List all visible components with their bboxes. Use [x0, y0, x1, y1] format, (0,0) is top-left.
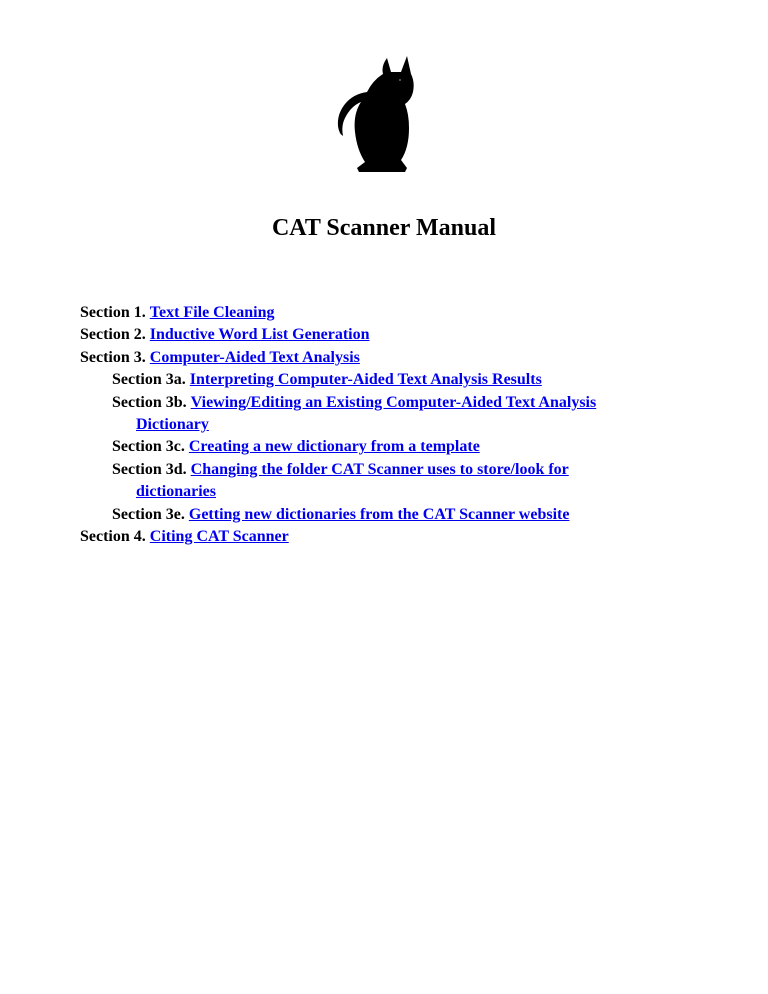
link-interpreting-results[interactable]: Interpreting Computer-Aided Text Analysi…: [190, 371, 542, 388]
toc-section-1: Section 1. Text File Cleaning: [80, 302, 688, 324]
cat-icon: [329, 50, 439, 185]
toc-section-3b-continue: Dictionary: [80, 414, 688, 436]
document-page: CAT Scanner Manual Section 1. Text File …: [0, 0, 768, 598]
toc-section-3e: Section 3e. Getting new dictionaries fro…: [80, 504, 688, 526]
section-label: Section 3a.: [112, 371, 186, 388]
link-viewing-editing-dictionary-cont[interactable]: Dictionary: [136, 416, 209, 433]
section-label: Section 3c.: [112, 438, 185, 455]
link-getting-new-dictionaries[interactable]: Getting new dictionaries from the CAT Sc…: [189, 506, 570, 523]
toc-section-3d-continue: dictionaries: [80, 481, 688, 503]
link-changing-folder[interactable]: Changing the folder CAT Scanner uses to …: [191, 461, 569, 478]
table-of-contents: Section 1. Text File Cleaning Section 2.…: [80, 302, 688, 548]
document-header: CAT Scanner Manual: [80, 50, 688, 242]
section-label: Section 3e.: [112, 506, 185, 523]
section-label: Section 3.: [80, 349, 146, 366]
link-changing-folder-cont[interactable]: dictionaries: [136, 483, 216, 500]
link-inductive-word-list[interactable]: Inductive Word List Generation: [150, 326, 370, 343]
link-creating-new-dictionary[interactable]: Creating a new dictionary from a templat…: [189, 438, 480, 455]
section-label: Section 3d.: [112, 461, 187, 478]
section-label: Section 2.: [80, 326, 146, 343]
section-label: Section 1.: [80, 304, 146, 321]
link-viewing-editing-dictionary[interactable]: Viewing/Editing an Existing Computer-Aid…: [191, 394, 597, 411]
toc-section-3d: Section 3d. Changing the folder CAT Scan…: [80, 459, 688, 481]
toc-section-3a: Section 3a. Interpreting Computer-Aided …: [80, 369, 688, 391]
toc-section-3b: Section 3b. Viewing/Editing an Existing …: [80, 392, 688, 414]
toc-section-3c: Section 3c. Creating a new dictionary fr…: [80, 436, 688, 458]
toc-section-2: Section 2. Inductive Word List Generatio…: [80, 324, 688, 346]
section-label: Section 4.: [80, 528, 146, 545]
link-text-file-cleaning[interactable]: Text File Cleaning: [150, 304, 275, 321]
link-computer-aided-text-analysis[interactable]: Computer-Aided Text Analysis: [150, 349, 360, 366]
toc-section-3: Section 3. Computer-Aided Text Analysis: [80, 347, 688, 369]
toc-section-4: Section 4. Citing CAT Scanner: [80, 526, 688, 548]
link-citing-cat-scanner[interactable]: Citing CAT Scanner: [150, 528, 289, 545]
section-label: Section 3b.: [112, 394, 187, 411]
document-title: CAT Scanner Manual: [80, 215, 688, 242]
